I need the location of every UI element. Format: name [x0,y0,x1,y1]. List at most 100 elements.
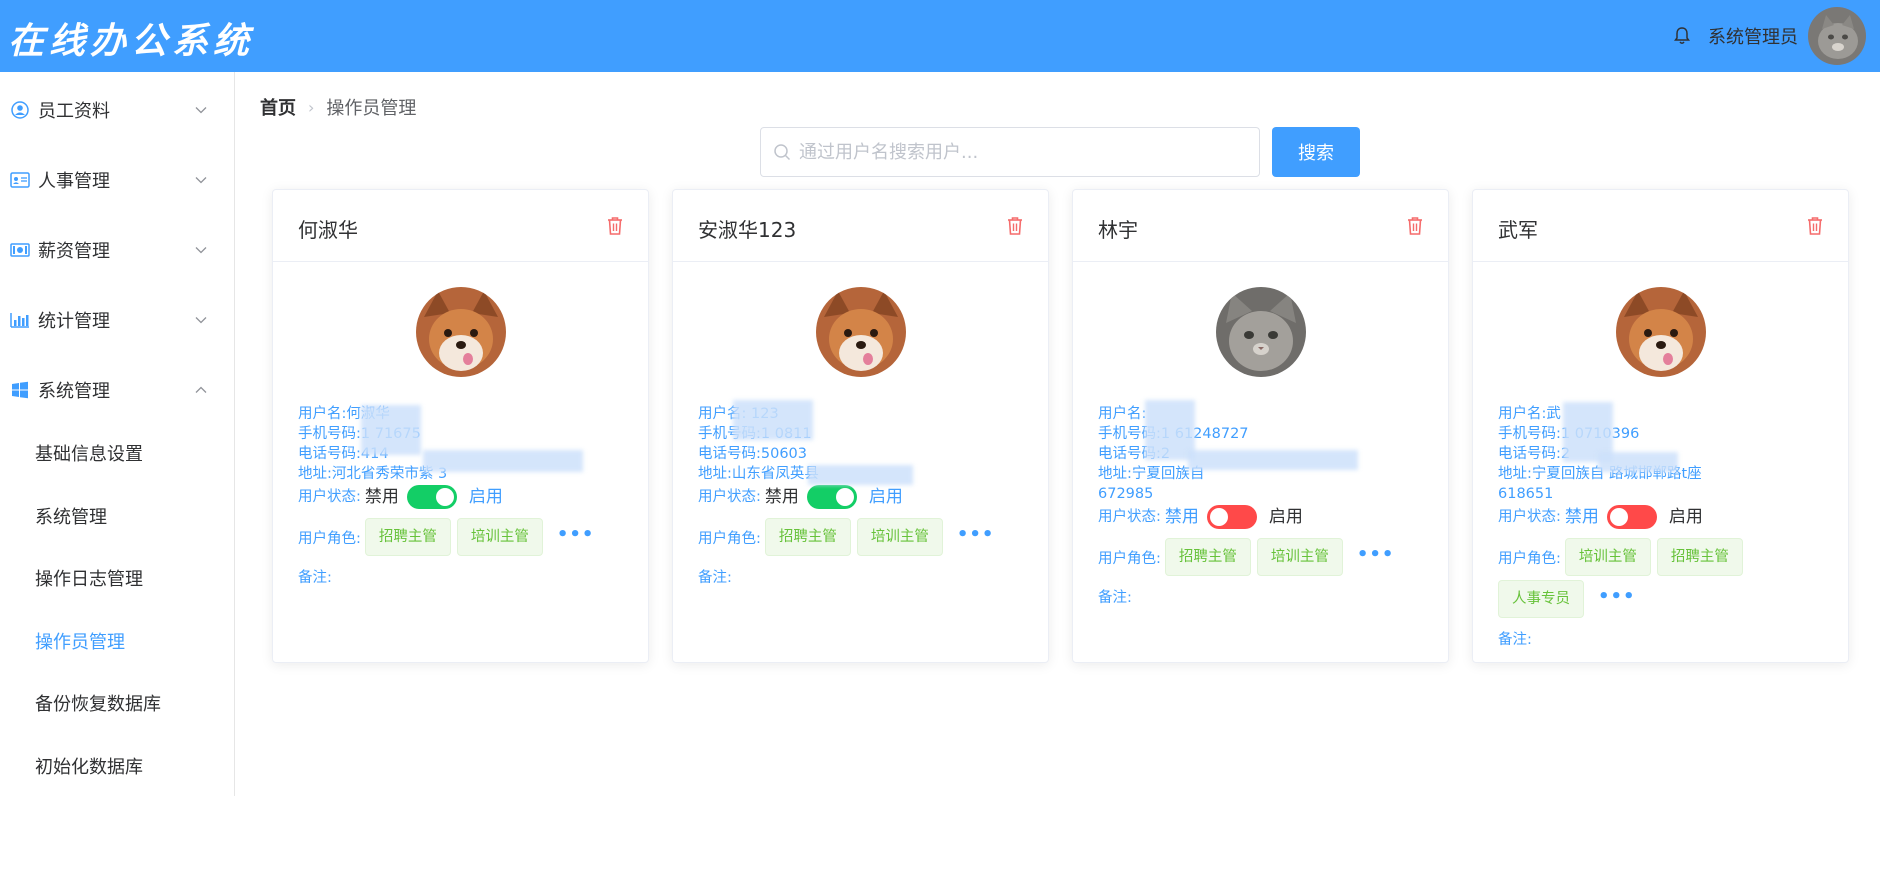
avatar [1616,287,1706,377]
zip-text: 618651 [1498,486,1554,502]
chevron-right-icon: › [308,97,315,117]
avatar [416,287,506,377]
delete-icon[interactable] [1806,216,1824,236]
windows-icon [10,380,30,400]
app-title: 在线办公系统 [8,20,255,62]
redaction-mask [361,405,421,455]
sidebar-subitem-init-database[interactable]: 初始化数据库 [0,738,234,794]
bar-chart-icon [10,310,30,330]
delete-icon[interactable] [1006,216,1024,236]
chevron-down-icon [195,177,207,184]
status-row: 用户状态: 禁用 启用 [298,484,638,510]
status-label: 用户状态: [698,489,761,505]
card-title: 林宇 [1098,218,1138,242]
status-switch[interactable] [1606,505,1657,529]
role-tag: 培训主管 [456,518,543,556]
chevron-down-icon [195,107,207,114]
switch-inactive-text: 禁用 [764,487,799,507]
user-name[interactable]: 系统管理员 [1708,23,1798,49]
more-icon[interactable]: ••• [1357,545,1395,565]
chevron-down-icon [195,247,207,254]
role-tag: 招聘主管 [1164,538,1251,576]
sidebar-subitem-label: 基础信息设置 [35,444,143,465]
operator-card: 林宇 用户名: 手机号码:1 61248727 电话号码:2 地址:宁夏回族自 … [1072,189,1449,663]
card-header: 何淑华 [273,190,648,262]
roles-row: 用户角色: 培训主管 招聘主管 人事专员 ••• [1498,538,1838,622]
money-icon [10,240,30,260]
sidebar-menu-employee[interactable]: 员工资料 [0,82,234,138]
sidebar: 员工资料 人事管理 薪资管理 统计管理 系统管理 基础信息设置 系统管理 操作日… [0,72,235,796]
status-label: 用户状态: [1098,509,1161,525]
remark-text: 备注: [1498,632,1532,648]
sidebar-subitem-system[interactable]: 系统管理 [0,488,234,544]
operator-card: 安淑华123 用户名: 123 手机号码:1 0811 电话号码:50603 地… [672,189,1049,663]
more-icon[interactable]: ••• [557,525,595,545]
user-info: 用户名:何淑华 手机号码:1 71675 电话号码:414 地址:河北省秀荣市紫… [298,404,638,588]
card-header: 安淑华123 [673,190,1048,262]
status-label: 用户状态: [298,489,361,505]
role-tag: 招聘主管 [364,518,451,556]
sidebar-menu-label: 人事管理 [38,171,110,192]
chevron-up-icon [195,386,207,393]
more-icon[interactable]: ••• [957,525,995,545]
chevron-down-icon [195,317,207,324]
delete-icon[interactable] [1406,216,1424,236]
roles-row: 用户角色: 招聘主管 培训主管 ••• [298,518,638,560]
card-title: 武军 [1498,218,1538,242]
phone-text: 电话号码:50603 [698,446,808,462]
header-user-area[interactable]: 系统管理员 [1672,0,1866,72]
mobile-text: 手机号码:1 0710396 [1498,426,1639,442]
breadcrumb-current: 操作员管理 [326,98,417,119]
card-title: 安淑华123 [698,218,797,242]
sidebar-menu-statistics[interactable]: 统计管理 [0,292,234,348]
status-row: 用户状态: 禁用 启用 [698,484,1038,510]
roles-label: 用户角色: [698,531,761,547]
status-switch[interactable] [806,485,857,509]
switch-inactive-text: 禁用 [364,487,399,507]
sidebar-menu-label: 统计管理 [38,311,110,332]
sidebar-subitem-operation-log[interactable]: 操作日志管理 [0,550,234,606]
avatar [1216,287,1306,377]
roles-row: 用户角色: 招聘主管 培训主管 ••• [698,518,1038,560]
roles-row: 用户角色: 招聘主管 培训主管 ••• [1098,538,1438,580]
switch-inactive-text: 禁用 [1564,507,1599,527]
role-tag: 招聘主管 [764,518,851,556]
search-input[interactable] [799,141,1239,163]
search-box[interactable] [760,127,1260,177]
status-switch[interactable] [1206,505,1257,529]
sidebar-menu-label: 薪资管理 [38,241,110,262]
delete-icon[interactable] [606,216,624,236]
switch-active-text: 启用 [1668,507,1703,527]
status-row: 用户状态: 禁用 启用 [1498,504,1838,530]
username-text: 用户名:武 [1498,406,1561,422]
sidebar-subitem-label: 备份恢复数据库 [35,694,161,715]
more-icon[interactable]: ••• [1598,587,1636,607]
redaction-mask [1188,450,1358,470]
sidebar-subitem-label: 初始化数据库 [35,757,143,778]
search-button[interactable]: 搜索 [1272,127,1360,177]
sidebar-menu-system[interactable]: 系统管理 [0,362,234,418]
sidebar-subitem-label: 操作员管理 [35,632,125,653]
user-circle-icon [10,100,30,120]
sidebar-subitem-basic-info[interactable]: 基础信息设置 [0,425,234,481]
switch-active-text: 启用 [868,487,903,507]
bell-icon[interactable] [1672,26,1692,46]
user-avatar[interactable] [1808,7,1866,65]
switch-active-text: 启用 [1268,507,1303,527]
gray-cat-avatar [1216,287,1306,377]
operator-card: 武军 用户名:武 手机号码:1 0710396 电话号码:2 地址:宁夏回族自 … [1472,189,1849,663]
role-tag: 培训主管 [1256,538,1343,576]
role-tag: 培训主管 [856,518,943,556]
breadcrumb-home[interactable]: 首页 [260,94,296,120]
mobile-text: 手机号码:1 71675 [298,426,421,442]
role-tag: 培训主管 [1564,538,1651,576]
sidebar-menu-hr[interactable]: 人事管理 [0,152,234,208]
remark-text: 备注: [298,570,332,586]
id-card-icon [10,170,30,190]
remark-text: 备注: [1098,590,1132,606]
sidebar-subitem-backup-restore[interactable]: 备份恢复数据库 [0,675,234,731]
sidebar-menu-salary[interactable]: 薪资管理 [0,222,234,278]
sidebar-subitem-operator-management[interactable]: 操作员管理 [0,613,234,669]
status-switch[interactable] [406,485,457,509]
top-header: 在线办公系统 系统管理员 [0,0,1880,72]
